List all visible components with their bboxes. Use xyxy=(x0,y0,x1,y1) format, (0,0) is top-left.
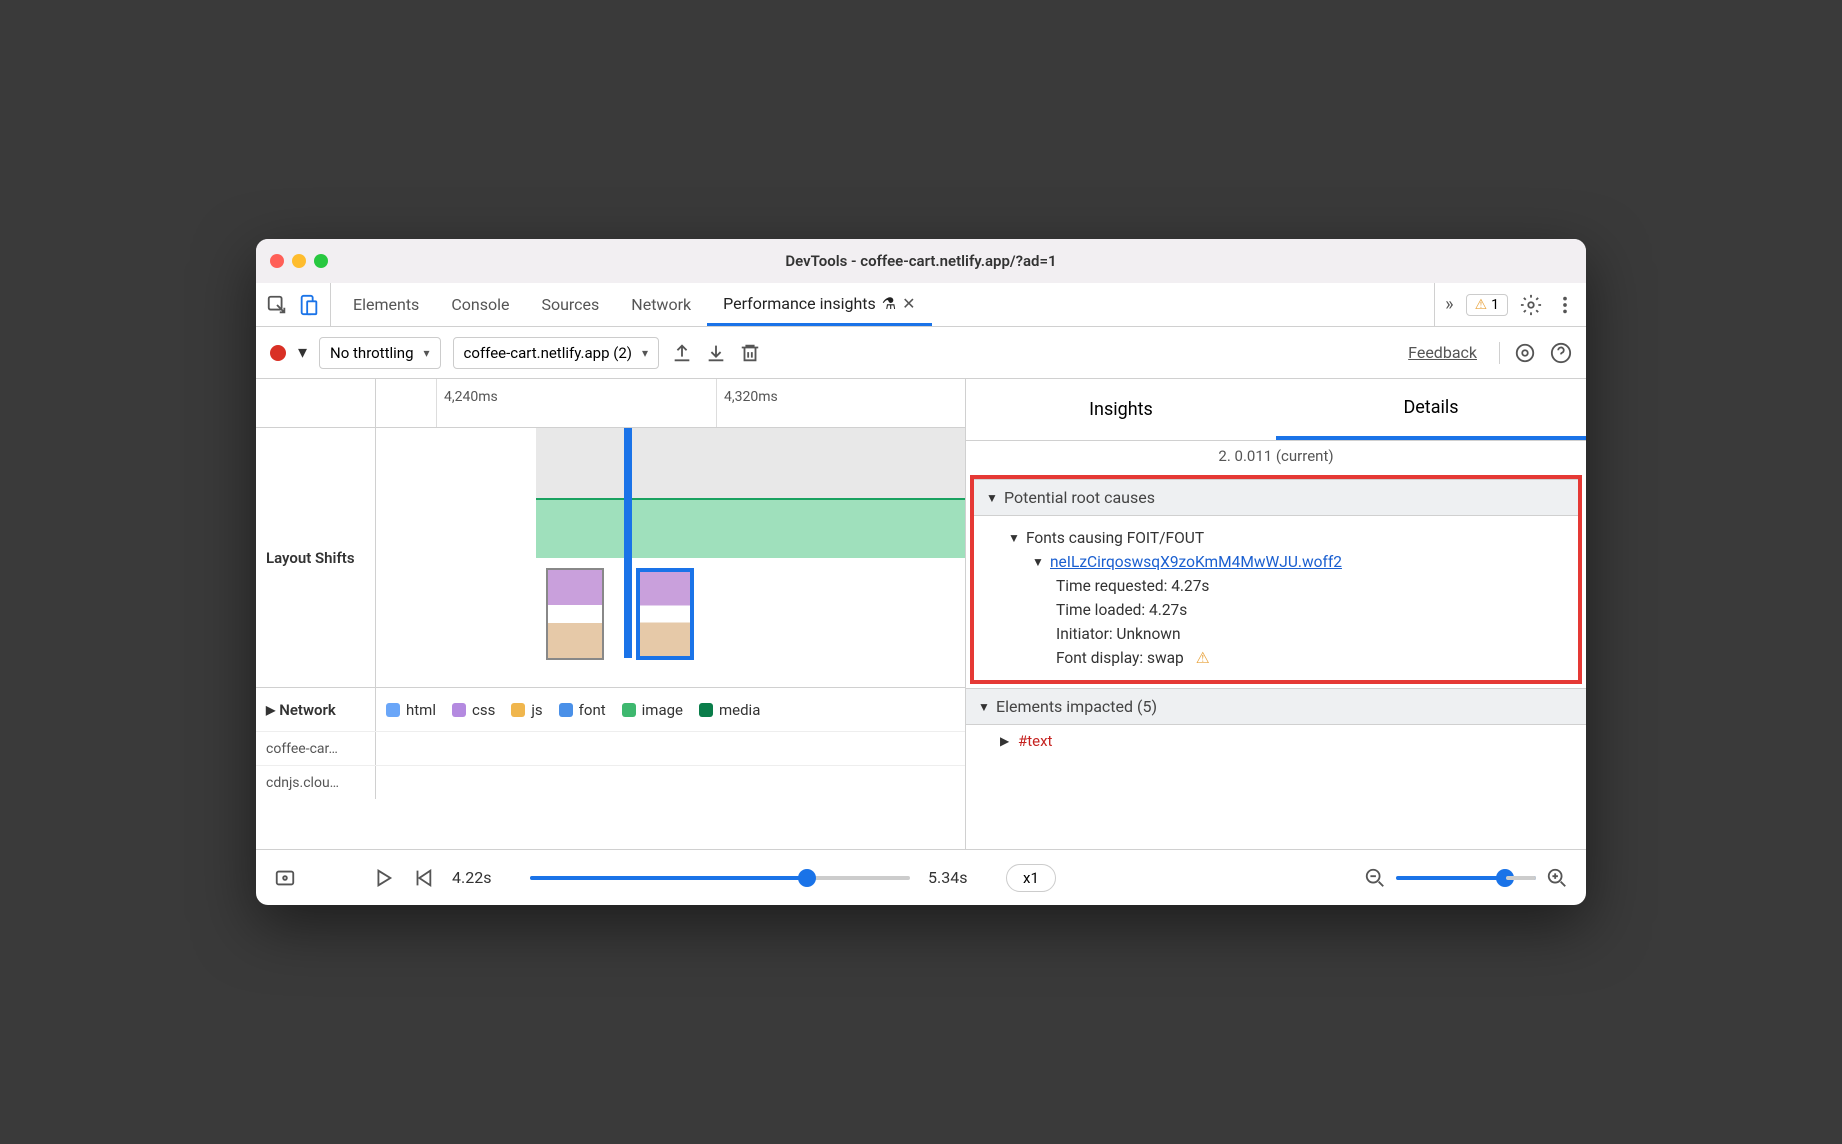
devtools-window: DevTools - coffee-cart.netlify.app/?ad=1… xyxy=(256,239,1586,905)
timeline-panel: 4,240ms 4,320ms Layout Shifts ▶ xyxy=(256,379,966,849)
elements-impacted-header[interactable]: ▼ Elements impacted (5) xyxy=(966,688,1586,725)
record-options-dropdown[interactable]: ▾ xyxy=(298,342,307,363)
target-select[interactable]: coffee-cart.netlify.app (2) ▾ xyxy=(453,337,660,369)
maximize-window-button[interactable] xyxy=(314,254,328,268)
tab-performance-insights[interactable]: Performance insights ⚗ ✕ xyxy=(707,283,931,326)
initiator-row: Initiator: Unknown xyxy=(988,622,1564,646)
traffic-lights xyxy=(270,254,328,268)
disclosure-down-icon: ▼ xyxy=(986,491,998,505)
device-toggle-icon[interactable] xyxy=(298,294,320,316)
playback-end-time: 5.34s xyxy=(928,868,988,887)
chevron-down-icon: ▾ xyxy=(424,346,430,360)
tick-label: 4,320ms xyxy=(724,389,778,405)
tabs-list: Elements Console Sources Network Perform… xyxy=(337,283,1428,326)
main-tabs-bar: Elements Console Sources Network Perform… xyxy=(256,283,1586,327)
zoom-out-icon[interactable] xyxy=(1364,867,1386,889)
export-icon[interactable] xyxy=(671,342,693,364)
network-legend-row: ▶ Network html css js font image media xyxy=(256,687,965,731)
playback-speed[interactable]: x1 xyxy=(1006,864,1056,892)
details-tabs: Insights Details xyxy=(966,379,1586,441)
network-legend: html css js font image media xyxy=(376,688,965,731)
layout-shift-thumb-selected[interactable] xyxy=(636,568,694,660)
tab-elements[interactable]: Elements xyxy=(337,283,435,326)
fonts-foit-fout-node[interactable]: ▼ Fonts causing FOIT/FOUT xyxy=(988,526,1564,550)
playback-start-time: 4.22s xyxy=(452,868,512,887)
tab-sources[interactable]: Sources xyxy=(525,283,615,326)
disclosure-down-icon: ▼ xyxy=(1008,531,1020,545)
details-panel: Insights Details 2. 0.011 (current) ▼ Po… xyxy=(966,379,1586,849)
layout-shifts-row: Layout Shifts xyxy=(256,427,965,687)
issues-badge[interactable]: ⚠ 1 xyxy=(1466,294,1508,316)
screenshot-toggle-icon[interactable] xyxy=(274,867,296,889)
peek-current-score: 2. 0.011 (current) xyxy=(966,441,1586,471)
row-label-layout-shifts: Layout Shifts xyxy=(256,428,376,687)
network-request-row[interactable]: cdnjs.clou… xyxy=(256,765,965,799)
help-icon[interactable] xyxy=(1550,342,1572,364)
tabs-left-tools xyxy=(266,283,331,326)
panel-toolbar: ▾ No throttling ▾ coffee-cart.netlify.ap… xyxy=(256,327,1586,379)
root-causes-header[interactable]: ▼ Potential root causes xyxy=(974,479,1578,516)
more-tabs-icon[interactable]: » xyxy=(1445,294,1453,315)
warning-icon: ⚠ xyxy=(1196,649,1210,667)
disclosure-down-icon: ▼ xyxy=(1032,555,1044,569)
titlebar: DevTools - coffee-cart.netlify.app/?ad=1 xyxy=(256,239,1586,283)
delete-icon[interactable] xyxy=(739,342,761,364)
time-requested-row: Time requested: 4.27s xyxy=(988,574,1564,598)
main-content: 4,240ms 4,320ms Layout Shifts ▶ xyxy=(256,379,1586,849)
warning-icon: ⚠ xyxy=(1475,297,1488,313)
tab-network[interactable]: Network xyxy=(615,283,707,326)
layout-shift-thumb[interactable] xyxy=(546,568,604,660)
root-causes-highlight: ▼ Potential root causes ▼ Fonts causing … xyxy=(970,475,1582,684)
font-file-link[interactable]: neILzCirqoswsqX9zoKmM4MwWJU.woff2 xyxy=(1050,553,1342,571)
disclosure-down-icon: ▼ xyxy=(978,700,990,714)
details-body: 2. 0.011 (current) ▼ Potential root caus… xyxy=(966,441,1586,849)
impacted-element-row[interactable]: ▶ #text xyxy=(980,729,1572,753)
window-title: DevTools - coffee-cart.netlify.app/?ad=1 xyxy=(785,252,1056,270)
network-request-row[interactable]: coffee-car… xyxy=(256,731,965,765)
legend-css: css xyxy=(452,701,495,719)
legend-js: js xyxy=(511,701,542,719)
root-causes-tree: ▼ Fonts causing FOIT/FOUT ▼ neILzCirqosw… xyxy=(974,516,1578,680)
playback-bar: 4.22s 5.34s x1 xyxy=(256,849,1586,905)
settings-gear-icon[interactable] xyxy=(1520,294,1542,316)
panel-settings-icon[interactable] xyxy=(1514,342,1536,364)
record-button[interactable] xyxy=(270,345,286,361)
flask-icon: ⚗ xyxy=(882,294,896,313)
chevron-down-icon: ▾ xyxy=(642,346,648,360)
tab-details[interactable]: Details xyxy=(1276,379,1586,440)
legend-font: font xyxy=(559,701,606,719)
import-icon[interactable] xyxy=(705,342,727,364)
inspect-element-icon[interactable] xyxy=(266,294,288,316)
playback-slider[interactable] xyxy=(530,876,910,880)
tick-label: 4,240ms xyxy=(444,389,498,405)
row-label-network[interactable]: ▶ Network xyxy=(256,688,376,731)
minimize-window-button[interactable] xyxy=(292,254,306,268)
feedback-link[interactable]: Feedback xyxy=(1408,343,1477,362)
legend-html: html xyxy=(386,701,436,719)
tabs-right-tools: » ⚠ 1 xyxy=(1434,283,1576,326)
disclosure-right-icon: ▶ xyxy=(266,703,275,717)
kebab-menu-icon[interactable] xyxy=(1554,294,1576,316)
timeline-ruler[interactable]: 4,240ms 4,320ms xyxy=(256,379,965,427)
zoom-controls xyxy=(1364,867,1568,889)
zoom-in-icon[interactable] xyxy=(1546,867,1568,889)
tab-insights[interactable]: Insights xyxy=(966,379,1276,440)
legend-media: media xyxy=(699,701,760,719)
close-window-button[interactable] xyxy=(270,254,284,268)
layout-shifts-track[interactable] xyxy=(376,428,965,687)
tab-console[interactable]: Console xyxy=(435,283,525,326)
legend-image: image xyxy=(622,701,683,719)
font-display-row: Font display: swap ⚠ xyxy=(988,646,1564,670)
rewind-icon[interactable] xyxy=(412,867,434,889)
zoom-slider[interactable] xyxy=(1396,876,1536,880)
play-icon[interactable] xyxy=(372,867,394,889)
font-file-node[interactable]: ▼ neILzCirqoswsqX9zoKmM4MwWJU.woff2 xyxy=(988,550,1564,574)
issues-count: 1 xyxy=(1491,297,1499,313)
throttling-select[interactable]: No throttling ▾ xyxy=(319,337,440,369)
time-loaded-row: Time loaded: 4.27s xyxy=(988,598,1564,622)
disclosure-right-icon: ▶ xyxy=(1000,734,1012,748)
close-tab-icon[interactable]: ✕ xyxy=(902,294,915,313)
